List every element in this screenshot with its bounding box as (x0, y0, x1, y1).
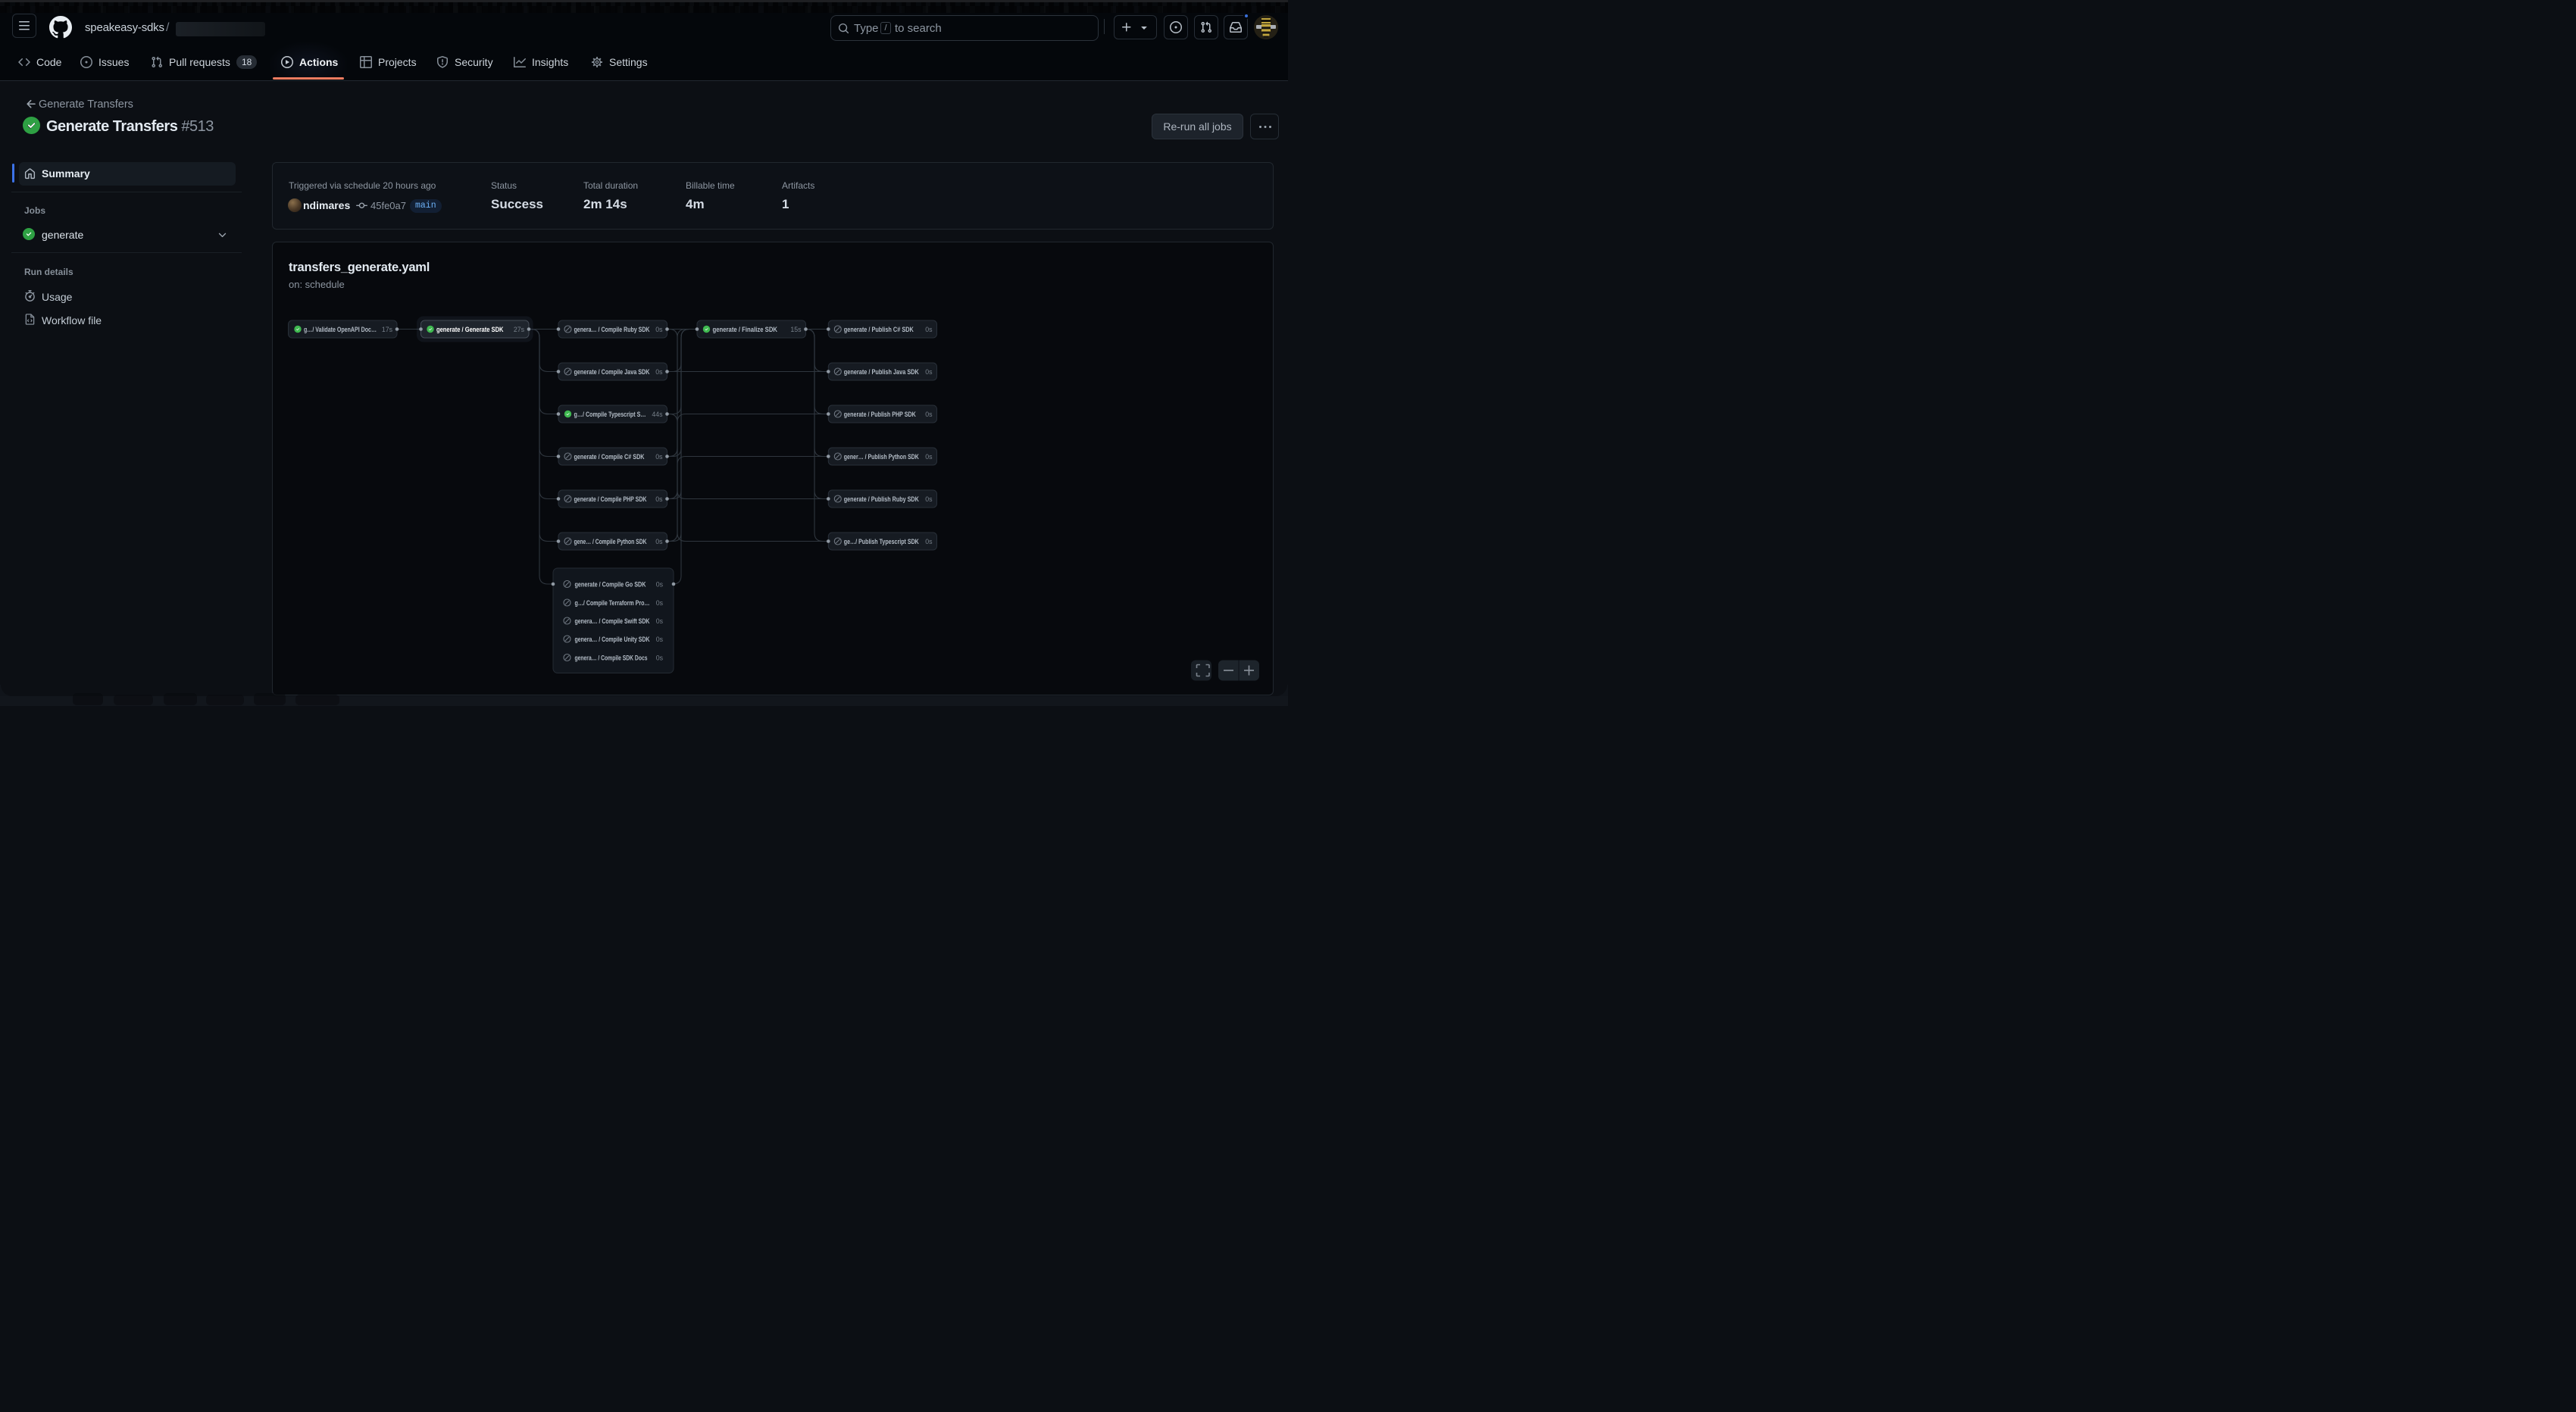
svg-text:0s: 0s (925, 411, 933, 418)
svg-text:generate / Finalize SDK: generate / Finalize SDK (713, 326, 778, 334)
svg-text:0s: 0s (656, 580, 664, 588)
svg-text:gener… / Publish Python SDK: gener… / Publish Python SDK (844, 453, 919, 461)
svg-text:17s: 17s (382, 326, 393, 333)
svg-text:0s: 0s (925, 495, 933, 503)
svg-text:15s: 15s (790, 326, 802, 333)
svg-text:genera… / Compile Unity SDK: genera… / Compile Unity SDK (575, 636, 650, 644)
svg-text:generate / Publish Java SDK: generate / Publish Java SDK (844, 368, 919, 376)
svg-text:0s: 0s (656, 617, 664, 625)
svg-text:0s: 0s (655, 538, 663, 545)
svg-text:generate / Publish PHP SDK: generate / Publish PHP SDK (844, 411, 916, 419)
svg-text:0s: 0s (655, 368, 663, 376)
svg-text:genera… / Compile SDK Docs: genera… / Compile SDK Docs (575, 654, 648, 663)
svg-text:0s: 0s (655, 495, 663, 503)
svg-text:g…/ Validate OpenAPI Doc…: g…/ Validate OpenAPI Doc… (304, 326, 377, 334)
svg-text:gene… / Compile Python SDK: gene… / Compile Python SDK (574, 538, 647, 546)
svg-text:generate / Compile Go SDK: generate / Compile Go SDK (575, 581, 646, 589)
svg-text:0s: 0s (656, 636, 664, 643)
svg-text:generate / Compile C# SDK: generate / Compile C# SDK (574, 453, 645, 461)
svg-text:27s: 27s (514, 326, 525, 333)
svg-text:44s: 44s (652, 411, 663, 418)
svg-text:0s: 0s (925, 453, 933, 461)
svg-text:0s: 0s (655, 453, 663, 461)
svg-text:0s: 0s (656, 654, 664, 661)
svg-text:generate / Compile Java SDK: generate / Compile Java SDK (574, 368, 650, 376)
svg-text:g…/ Compile Terraform Pro…: g…/ Compile Terraform Pro… (575, 599, 650, 608)
svg-text:0s: 0s (925, 326, 933, 333)
svg-text:generate / Publish Ruby SDK: generate / Publish Ruby SDK (844, 495, 919, 504)
svg-text:0s: 0s (925, 538, 933, 545)
svg-text:genera… / Compile Swift SDK: genera… / Compile Swift SDK (575, 617, 650, 626)
svg-text:generate / Compile PHP SDK: generate / Compile PHP SDK (574, 495, 647, 504)
svg-text:g…/ Compile Typescript S…: g…/ Compile Typescript S… (574, 411, 646, 419)
svg-text:generate / Publish C# SDK: generate / Publish C# SDK (844, 326, 914, 334)
svg-text:0s: 0s (656, 599, 664, 607)
svg-text:generate / Generate SDK: generate / Generate SDK (436, 326, 504, 334)
svg-text:0s: 0s (925, 368, 933, 376)
svg-text:genera… / Compile Ruby SDK: genera… / Compile Ruby SDK (574, 326, 650, 334)
svg-text:0s: 0s (655, 326, 663, 333)
svg-text:ge…/ Publish Typescript SDK: ge…/ Publish Typescript SDK (844, 538, 919, 546)
